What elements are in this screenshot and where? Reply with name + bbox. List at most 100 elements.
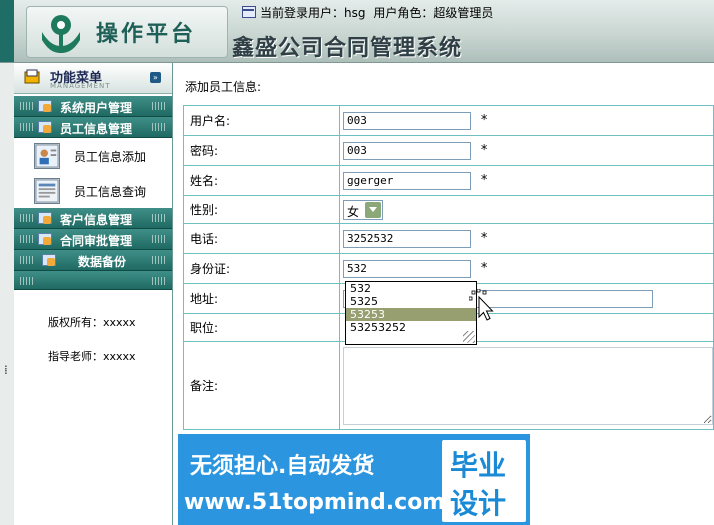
field-label: 用户名:	[183, 105, 340, 136]
watermark-badge-line2: 设计	[450, 487, 507, 520]
required-mark: *	[480, 143, 488, 158]
frame-divider[interactable]: ⁞	[0, 63, 15, 525]
resize-grip-icon[interactable]	[463, 331, 475, 343]
field-cell: *	[339, 165, 714, 196]
autocomplete-option-selected[interactable]: 53253	[346, 308, 476, 321]
grip-icon	[20, 256, 34, 264]
sidebar-section-label: 数据备份	[78, 255, 127, 269]
sidebar-section-backup[interactable]: 数据备份	[14, 250, 172, 271]
field-label: 密码:	[183, 135, 340, 166]
folder-icon	[38, 121, 52, 133]
password-input[interactable]	[343, 141, 471, 160]
sidebar-section-customers[interactable]: 客户信息管理	[14, 208, 172, 229]
form-heading: 添加员工信息:	[185, 80, 262, 94]
form-row-remark: 备注:	[183, 341, 714, 430]
sidebar-item-query-employee[interactable]: 员工信息查询	[14, 174, 172, 208]
monitor-icon	[242, 6, 256, 18]
field-cell: *	[339, 135, 714, 166]
gender-value: 女	[347, 204, 360, 219]
menu-book-icon	[24, 69, 40, 84]
watermark-banner: 无须担心.自动发货 www.51topmind.com 毕业 设计	[178, 434, 530, 525]
grip-icon	[152, 214, 166, 222]
grip-icon	[20, 277, 34, 285]
sidebar-footer-bar	[14, 271, 172, 290]
form-row-password: 密码: *	[183, 135, 714, 166]
bank-logo-icon	[42, 15, 80, 53]
name-input[interactable]	[343, 171, 471, 190]
grip-icon	[20, 214, 34, 222]
sidebar-item-label: 员工信息查询	[74, 185, 147, 199]
system-title: 鑫盛公司合同管理系统	[232, 35, 463, 61]
folder-icon	[38, 212, 52, 224]
required-mark: *	[480, 113, 488, 128]
autocomplete-dropdown[interactable]: 532 5325 53253 53253252	[345, 281, 477, 345]
sidebar: 功能菜单 MANAGEMENT » 系统用户管理 员工信息管理 员工信息添加 员…	[14, 63, 173, 525]
menu-subtitle: MANAGEMENT	[50, 82, 111, 90]
folder-icon	[38, 233, 52, 245]
sidebar-section-system-users[interactable]: 系统用户管理	[14, 96, 172, 117]
id-card-input[interactable]	[343, 259, 471, 278]
required-mark: *	[480, 173, 488, 188]
user-card-icon	[34, 143, 60, 169]
field-label: 性别:	[183, 195, 340, 224]
grip-icon	[152, 277, 166, 285]
collapse-icon[interactable]: »	[150, 72, 161, 83]
watermark-line1: 无须担心.自动发货	[190, 454, 375, 479]
drag-handle-icon[interactable]: ⁞	[4, 363, 8, 377]
field-cell: *	[339, 253, 714, 284]
field-label: 职位:	[183, 313, 340, 342]
grip-icon	[152, 256, 166, 264]
field-label: 备注:	[183, 341, 340, 430]
grip-icon	[152, 235, 166, 243]
required-mark: *	[480, 231, 488, 246]
watermark-line2: www.51topmind.com	[184, 490, 446, 515]
username-input[interactable]	[343, 111, 471, 130]
grip-icon	[152, 123, 166, 131]
field-label: 姓名:	[183, 165, 340, 196]
sidebar-section-label: 员工信息管理	[60, 122, 133, 136]
autocomplete-option[interactable]: 5325	[346, 295, 476, 308]
grip-icon	[20, 123, 34, 131]
watermark-badge-line1: 毕业	[450, 449, 507, 482]
autocomplete-option[interactable]: 532	[346, 282, 476, 295]
mouse-cursor-icon	[469, 289, 494, 321]
grip-icon	[20, 235, 34, 243]
advisor: 指导老师：xxxxx	[48, 350, 136, 363]
field-cell: *	[339, 223, 714, 254]
form-row-id-card: 身份证: *	[183, 253, 714, 284]
field-cell: *	[339, 105, 714, 136]
field-label: 电话:	[183, 223, 340, 254]
sidebar-section-label: 客户信息管理	[60, 213, 133, 227]
sidebar-item-label: 员工信息添加	[74, 150, 147, 164]
form-row-username: 用户名: *	[183, 105, 714, 136]
remark-textarea[interactable]	[343, 346, 713, 425]
folder-icon	[38, 100, 52, 112]
copyright: 版权所有：xxxxx	[48, 316, 136, 329]
sidebar-section-contracts[interactable]: 合同审批管理	[14, 229, 172, 250]
sidebar-footer: 版权所有：xxxxx 指导老师：xxxxx	[48, 306, 136, 374]
app-name: 操作平台	[96, 21, 197, 47]
app-header: 操作平台 当前登录用户：hsg 用户角色：超级管理员 鑫盛公司合同管理系统	[0, 0, 714, 63]
field-cell	[339, 341, 714, 430]
field-label: 身份证:	[183, 253, 340, 284]
autocomplete-option[interactable]: 53253252	[346, 321, 476, 334]
sidebar-item-add-employee[interactable]: 员工信息添加	[14, 139, 172, 173]
field-label: 地址:	[183, 283, 340, 314]
form-row-gender: 性别: 女	[183, 195, 714, 224]
sidebar-section-label: 系统用户管理	[60, 101, 133, 115]
form-row-phone: 电话: *	[183, 223, 714, 254]
form-row-name: 姓名: *	[183, 165, 714, 196]
watermark-badge: 毕业 设计	[442, 440, 526, 522]
header-left-strip	[0, 0, 14, 62]
user-role: 用户角色：超级管理员	[373, 6, 494, 20]
sidebar-section-employees[interactable]: 员工信息管理	[14, 117, 172, 138]
grip-icon	[20, 102, 34, 110]
sidebar-section-label: 合同审批管理	[60, 234, 133, 248]
field-cell: 女	[339, 195, 714, 224]
phone-input[interactable]	[343, 229, 471, 248]
grip-icon	[152, 102, 166, 110]
folder-icon	[42, 254, 56, 266]
gender-select[interactable]: 女	[343, 199, 383, 220]
chevron-down-icon[interactable]	[365, 201, 381, 218]
menu-header: 功能菜单 MANAGEMENT »	[14, 63, 172, 94]
